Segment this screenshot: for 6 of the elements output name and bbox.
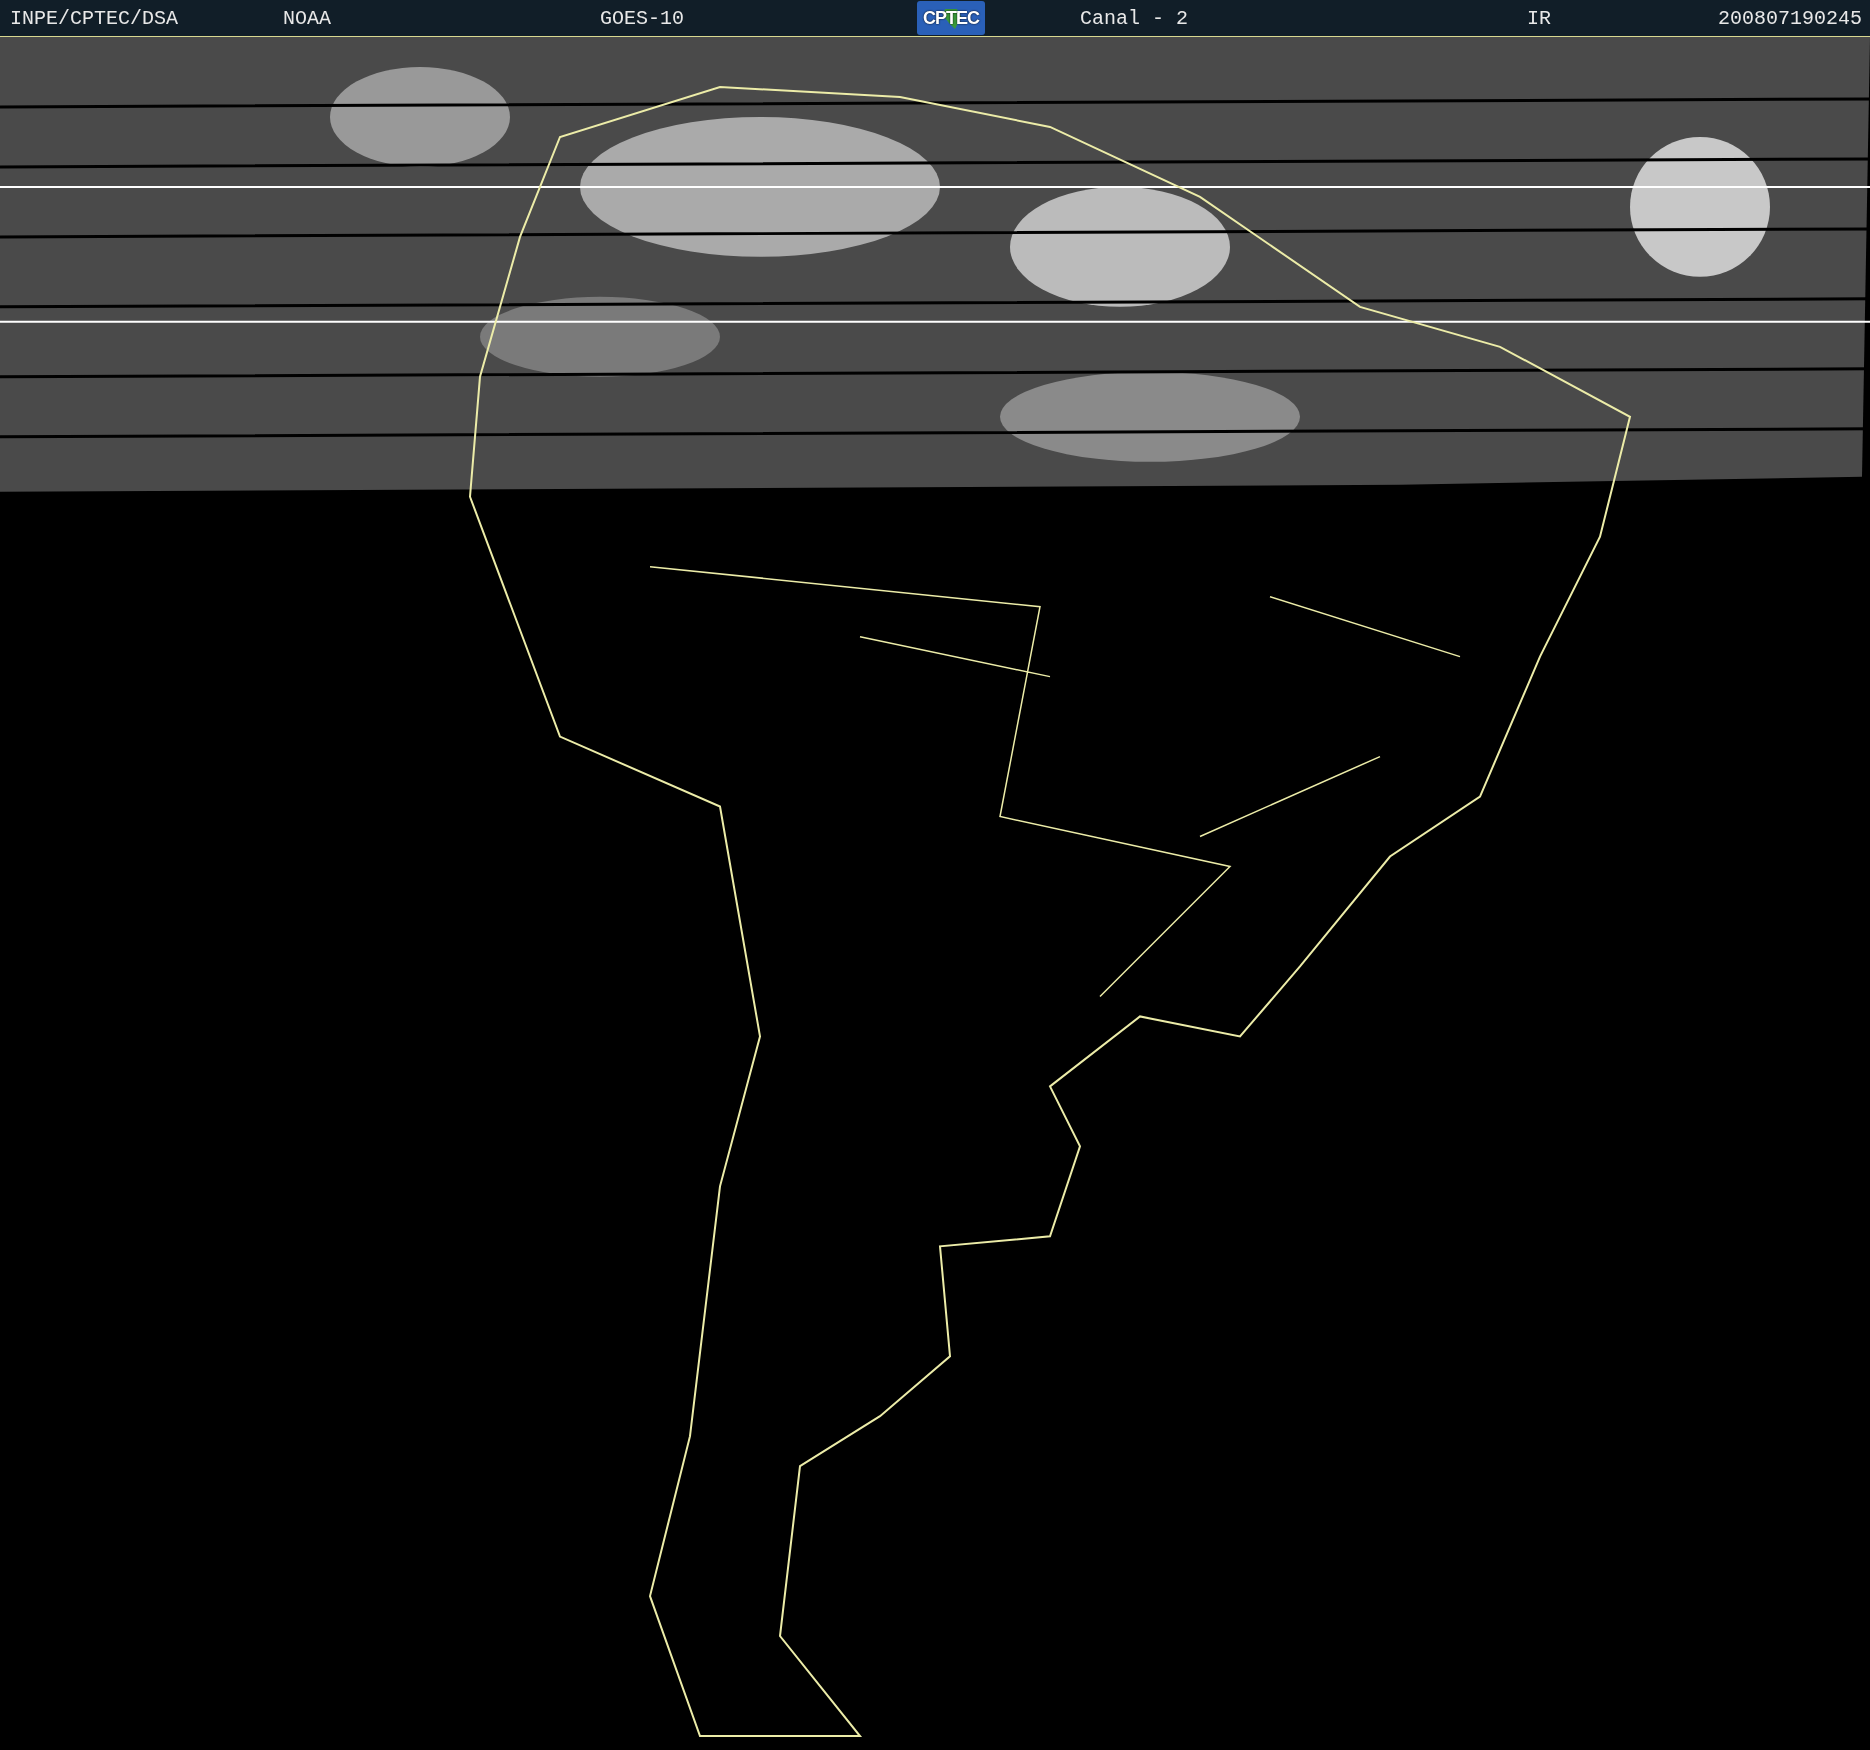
- header-label: 200807190245: [1717, 6, 1862, 30]
- header-label: Canal - 2: [1080, 6, 1189, 30]
- header-label: NOAA: [283, 6, 331, 30]
- header-label: GOES-10: [600, 6, 684, 30]
- header-label: INPE/CPTEC/DSA: [10, 6, 179, 30]
- header-label: IR: [1527, 6, 1551, 30]
